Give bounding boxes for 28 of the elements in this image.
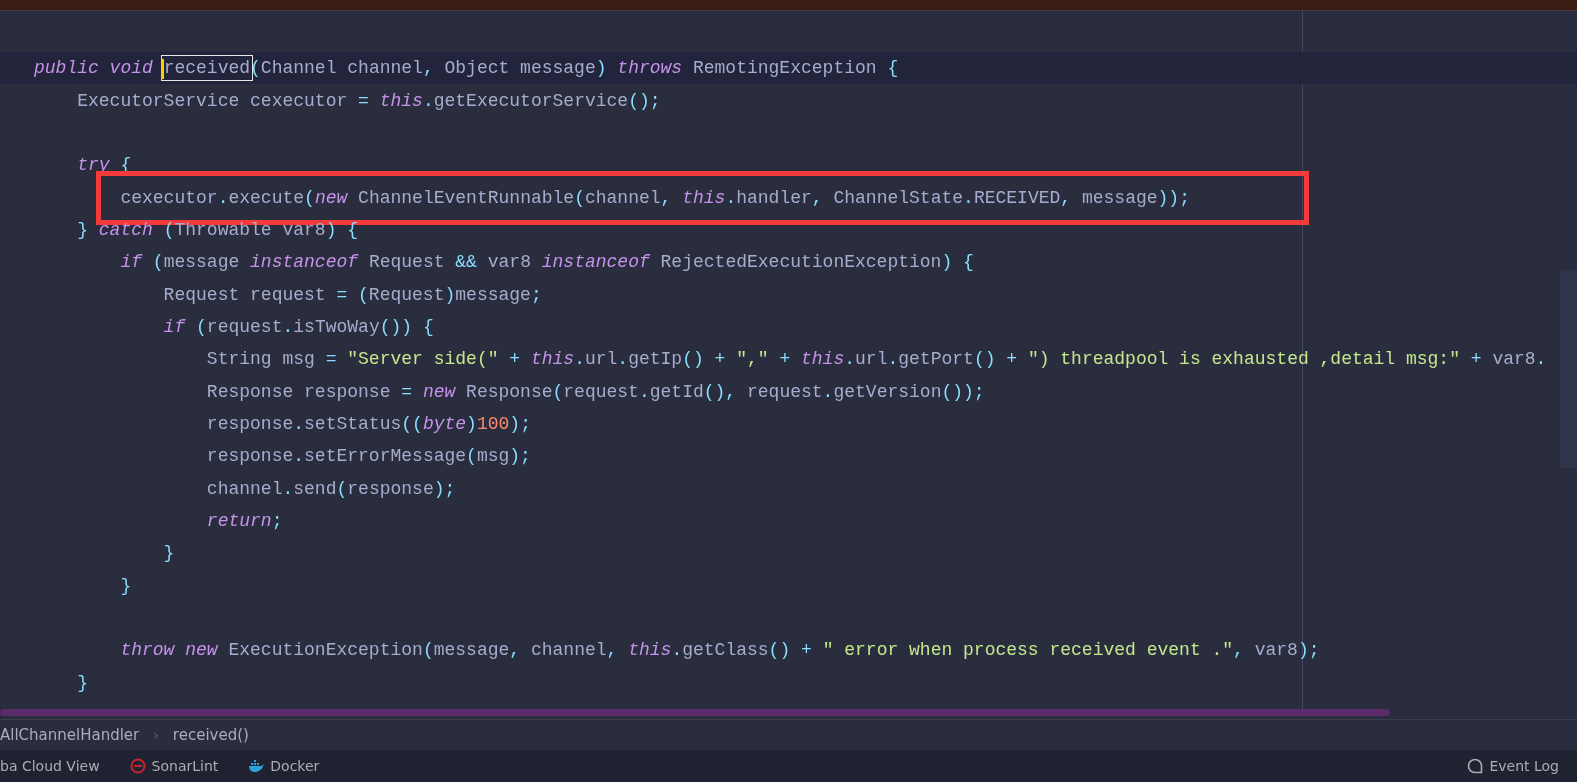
breadcrumb-separator: › <box>153 727 159 743</box>
breadcrumb-item[interactable]: AllChannelHandler <box>0 726 140 744</box>
code-line: channel.send(response); <box>205 477 456 500</box>
code-line: Request request = (Request)message; <box>162 283 542 306</box>
horizontal-scrollbar[interactable] <box>0 709 1390 716</box>
code-line: response.setErrorMessage(msg); <box>205 445 531 468</box>
code-line: throw new ExecutionException(message, channel, this.getClass() + " error when process received event .", var8); <box>119 639 1320 662</box>
no-entry-icon <box>129 758 146 774</box>
code-line: return; <box>205 510 283 532</box>
code-line: } catch (Throwable var8) { <box>76 218 359 241</box>
code-line: response.setStatus((byte)100); <box>205 412 531 435</box>
status-bar-item[interactable]: Docker <box>270 758 320 774</box>
status-bar-item[interactable]: ba Cloud View <box>0 758 100 774</box>
code-line: Response response = new Response(request.getId(), request.getVersion()); <box>205 380 985 403</box>
speech-bubble-icon <box>1467 758 1484 774</box>
code-line: if (message instanceof Request && var8 instanceof RejectedExecutionException) { <box>119 251 974 274</box>
code-line: cexecutor.execute(new ChannelEventRunnable(channel, this.handler, ChannelState.RECEIVED, message)); <box>119 186 1190 209</box>
whale-icon <box>248 759 265 773</box>
code-line: ExecutorService cexecutor = this.getExecutorService(); <box>76 89 661 112</box>
code-line: String msg = "Server side(" + this.url.getIp() + "," + this.url.getPort() + ") threadpool is exhausted ,detail msg:" + var8. <box>205 348 1547 371</box>
code-line: if (request.isTwoWay()) { <box>162 315 434 338</box>
breadcrumb-item[interactable]: received() <box>172 726 249 744</box>
status-bar-item[interactable]: Event Log <box>1489 758 1559 774</box>
code-line: } <box>162 542 175 565</box>
code-line: } <box>119 574 132 597</box>
code-line: } <box>76 671 88 694</box>
status-bar-item[interactable]: SonarLint <box>151 758 219 774</box>
code-line: public void received(Channel channel, Object message) throws RemotingException { <box>34 57 899 80</box>
